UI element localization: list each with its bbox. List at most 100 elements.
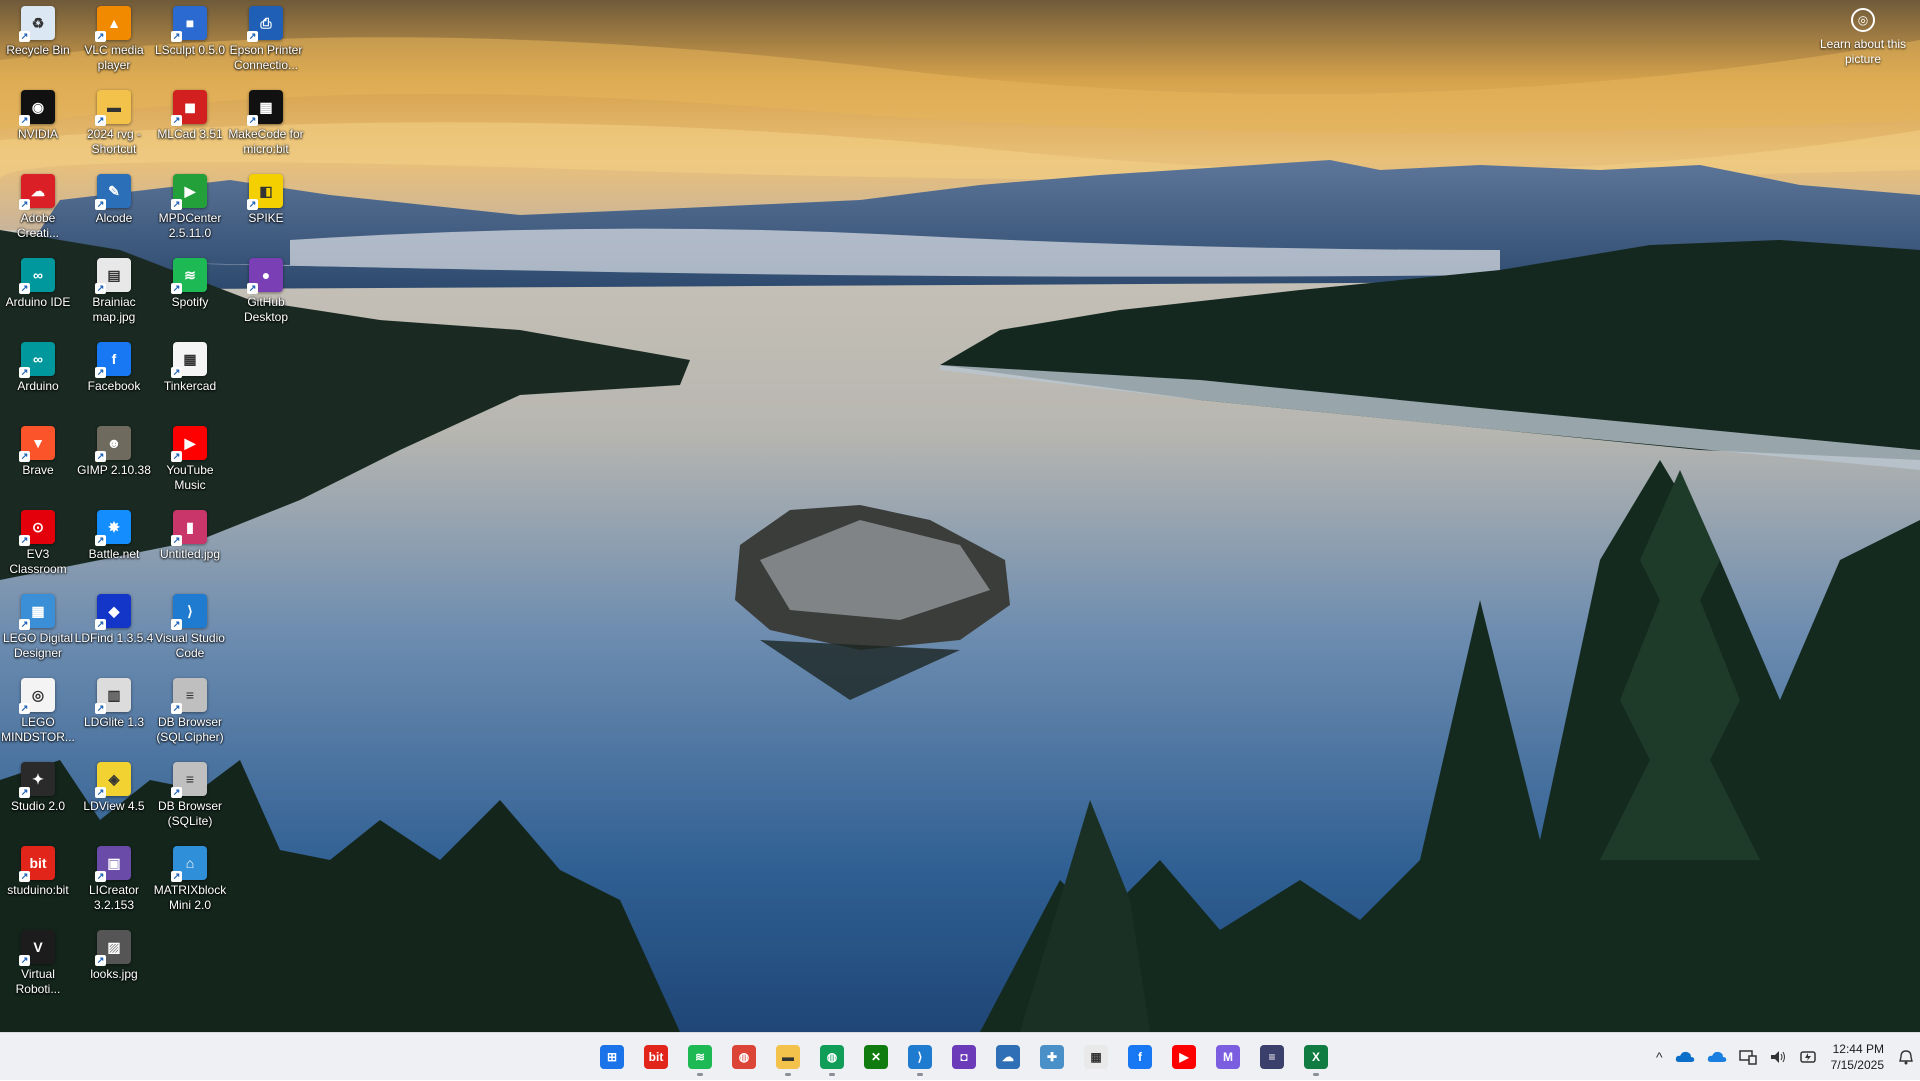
vlc-icon: ▲ ↗ <box>95 6 131 42</box>
shortcut-arrow-icon: ↗ <box>171 367 182 378</box>
taskbar-file-explorer[interactable]: ▬ <box>768 1037 808 1077</box>
desktop-icon[interactable]: ⟩ ↗ Visual Studio Code <box>152 590 228 674</box>
network-icon[interactable] <box>1738 1049 1757 1065</box>
show-hidden-icons-chevron[interactable]: ^ <box>1656 1049 1663 1065</box>
desktop-icon-label: 2024 rvg - Shortcut <box>86 127 142 156</box>
desktop-icon[interactable]: ▦ ↗ LEGO Digital Designer <box>0 590 76 674</box>
desktop-icon[interactable]: ▤ ↗ Brainiac map.jpg <box>76 254 152 338</box>
desktop-icon[interactable]: ⎙ ↗ Epson Printer Connectio... <box>228 2 304 86</box>
desktop-icon-label: GitHub Desktop <box>243 295 289 324</box>
taskbar-camera-app[interactable]: ◘ <box>944 1037 984 1077</box>
desktop-icon[interactable]: ▬ ↗ 2024 rvg - Shortcut <box>76 86 152 170</box>
desktop-icon[interactable]: ✎ ↗ Alcode <box>76 170 152 254</box>
start-button[interactable]: ⊞ <box>592 1037 632 1077</box>
desktop-icon[interactable]: ≡ ↗ DB Browser (SQLite) <box>152 758 228 842</box>
desktop-icon[interactable]: ⊙ ↗ EV3 Classroom <box>0 506 76 590</box>
mlcad-icon: ◼ ↗ <box>171 90 207 126</box>
chrome-icon: ◍ <box>732 1045 756 1069</box>
desktop-icon[interactable]: ≡ ↗ DB Browser (SQLCipher) <box>152 674 228 758</box>
desktop-icon[interactable]: ✸ ↗ Battle.net <box>76 506 152 590</box>
desktop-icon[interactable]: ⌂ ↗ MATRIXblock Mini 2.0 <box>152 842 228 926</box>
desktop-icon[interactable]: V ↗ Virtual Roboti... <box>0 926 76 1010</box>
desktop-icon[interactable]: ▨ ↗ looks.jpg <box>76 926 152 1010</box>
desktop-icon[interactable]: ▶ ↗ MPDCenter 2.5.11.0 <box>152 170 228 254</box>
desktop-icon[interactable]: ▣ ↗ LICreator 3.2.153 <box>76 842 152 926</box>
desktop-icon[interactable]: ◆ ↗ LDFind 1.3.5.4 <box>75 590 153 674</box>
desktop-icon[interactable]: ◉ ↗ NVIDIA <box>0 86 76 170</box>
taskbar-studuino[interactable]: bit <box>636 1037 676 1077</box>
folder-icon: ▬ ↗ <box>95 90 131 126</box>
desktop-icon[interactable]: ≋ ↗ Spotify <box>152 254 228 338</box>
desktop-icon[interactable]: ▲ ↗ VLC media player <box>76 2 152 86</box>
shortcut-arrow-icon: ↗ <box>19 451 30 462</box>
desktop-icon[interactable]: ∞ ↗ Arduino IDE <box>0 254 76 338</box>
clock[interactable]: 12:44 PM 7/15/2025 <box>1831 1041 1884 1073</box>
onedrive-icon[interactable] <box>1675 1050 1695 1064</box>
volume-icon[interactable] <box>1769 1049 1787 1065</box>
taskbar-onedrive-app[interactable]: ☁ <box>988 1037 1028 1077</box>
learn-about-this-picture[interactable]: ◎ Learn about this picture <box>1818 8 1908 67</box>
studio-icon: ✦ ↗ <box>19 762 55 798</box>
desktop-icon[interactable]: ∞ ↗ Arduino <box>0 338 76 422</box>
taskbar-stripe-app[interactable]: ≡ <box>1252 1037 1292 1077</box>
shortcut-arrow-icon: ↗ <box>171 787 182 798</box>
taskbar-chrome[interactable]: ◍ <box>724 1037 764 1077</box>
ldfind-icon: ◆ ↗ <box>95 594 131 630</box>
virtual-robotics-icon: V ↗ <box>19 930 55 966</box>
desktop-icon[interactable]: ▮ ↗ Untitled.jpg <box>152 506 228 590</box>
shortcut-arrow-icon: ↗ <box>95 199 106 210</box>
notification-bell-icon[interactable] <box>1898 1049 1914 1065</box>
taskbar-youtube-music[interactable]: ▶ <box>1164 1037 1204 1077</box>
desktop-icon-label: Tinkercad <box>163 379 217 393</box>
desktop-icon-label: Adobe Creati... <box>16 211 59 240</box>
desktop-icon[interactable]: ◧ ↗ SPIKE <box>228 170 304 254</box>
desktop-icon[interactable]: f ↗ Facebook <box>76 338 152 422</box>
puzzle-icon: ✚ <box>1040 1045 1064 1069</box>
desktop-icon[interactable]: bit ↗ studuino:bit <box>0 842 76 926</box>
lego-digital-designer-icon: ▦ ↗ <box>19 594 55 630</box>
taskbar-excel[interactable]: X <box>1296 1037 1336 1077</box>
taskbar-chrome-profile[interactable]: ◍ <box>812 1037 852 1077</box>
desktop-icon[interactable]: ▼ ↗ Brave <box>0 422 76 506</box>
vscode-icon: ⟩ <box>908 1045 932 1069</box>
desktop-icon[interactable]: ▦ ↗ Tinkercad <box>152 338 228 422</box>
taskbar-puzzle-app[interactable]: ✚ <box>1032 1037 1072 1077</box>
desktop-icon[interactable]: ♻ ↗ Recycle Bin <box>0 2 76 86</box>
onedrive-personal-icon[interactable] <box>1707 1050 1727 1064</box>
desktop-icon-label: Arduino IDE <box>5 295 71 309</box>
licreator-icon: ▣ ↗ <box>95 846 131 882</box>
facebook-icon: f <box>1128 1045 1152 1069</box>
arduino-icon: ∞ ↗ <box>19 342 55 378</box>
taskbar-spotify[interactable]: ≋ <box>680 1037 720 1077</box>
image-file-icon: ▨ ↗ <box>95 930 131 966</box>
desktop-icon[interactable]: ◈ ↗ LDView 4.5 <box>76 758 152 842</box>
taskbar-xbox[interactable]: ✕ <box>856 1037 896 1077</box>
desktop-icon[interactable]: ▦ ↗ MakeCode for micro:bit <box>228 86 304 170</box>
battery-charging-icon[interactable] <box>1799 1049 1819 1065</box>
desktop-icon[interactable]: ▥ ↗ LDGlite 1.3 <box>76 674 152 758</box>
excel-icon: X <box>1304 1045 1328 1069</box>
desktop-icon-label: LEGO Digital Designer <box>2 631 74 660</box>
makecode-icon: ▦ ↗ <box>247 90 283 126</box>
desktop-icon[interactable]: ☁ ↗ Adobe Creati... <box>0 170 76 254</box>
facebook-icon: f ↗ <box>95 342 131 378</box>
taskbar-vscode[interactable]: ⟩ <box>900 1037 940 1077</box>
desktop-icon[interactable]: ◎ ↗ LEGO MINDSTOR... <box>0 674 76 758</box>
desktop-icon-label: Virtual Roboti... <box>15 967 61 996</box>
taskbar-tinkercad[interactable]: ▦ <box>1076 1037 1116 1077</box>
desktop-icon-grid: ♻ ↗ Recycle Bin ◉ ↗ NVIDIA ☁ ↗ Adobe Creati... ∞ ↗… <box>0 0 304 1032</box>
chrome-icon: ◍ <box>820 1045 844 1069</box>
desktop-icon[interactable]: ● ↗ GitHub Desktop <box>228 254 304 338</box>
shortcut-arrow-icon: ↗ <box>171 871 182 882</box>
shortcut-arrow-icon: ↗ <box>247 115 258 126</box>
desktop-icon[interactable]: ▶ ↗ YouTube Music <box>152 422 228 506</box>
spotify-icon: ≋ ↗ <box>171 258 207 294</box>
taskbar-m365[interactable]: M <box>1208 1037 1248 1077</box>
desktop-icon-label: Epson Printer Connectio... <box>229 43 303 72</box>
desktop-icon[interactable]: ✦ ↗ Studio 2.0 <box>0 758 76 842</box>
desktop-icon[interactable]: ◼ ↗ MLCad 3.51 <box>152 86 228 170</box>
desktop-icon-label: MakeCode for micro:bit <box>228 127 304 156</box>
taskbar-facebook[interactable]: f <box>1120 1037 1160 1077</box>
desktop-icon[interactable]: ☻ ↗ GIMP 2.10.38 <box>76 422 152 506</box>
desktop-icon[interactable]: ■ ↗ LSculpt 0.5.0 <box>152 2 228 86</box>
